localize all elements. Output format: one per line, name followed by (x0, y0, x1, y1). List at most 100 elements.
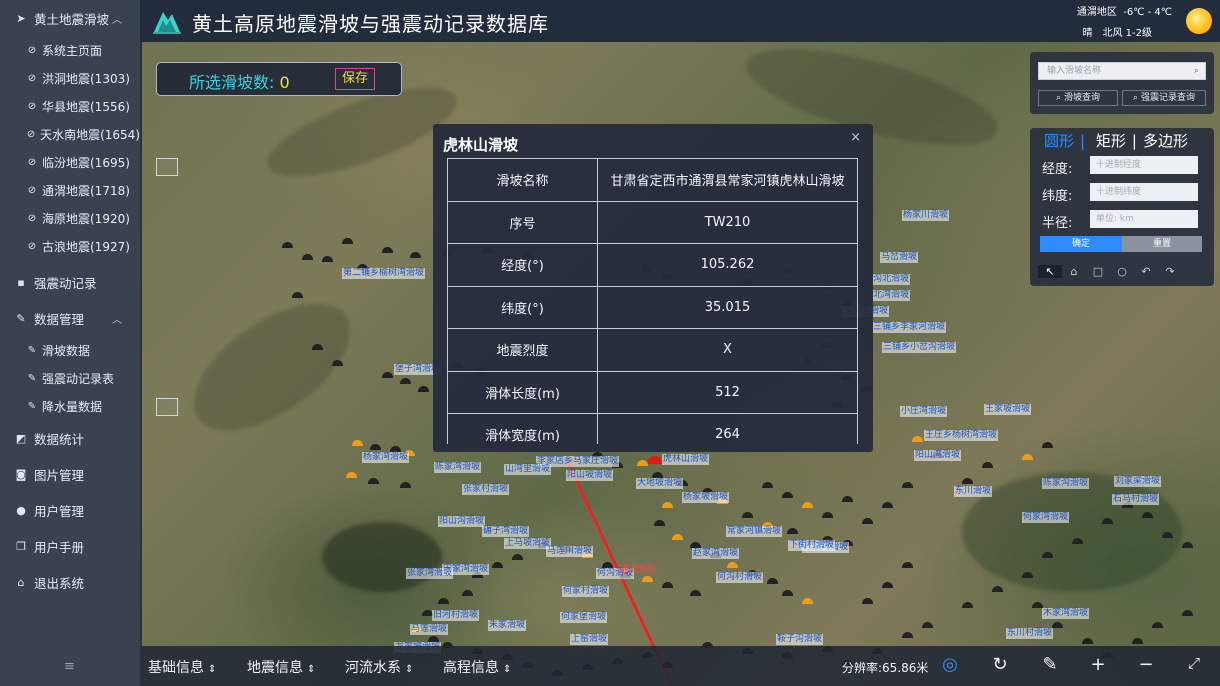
landslide-label[interactable]: 上窑滑坡 (570, 634, 609, 645)
lat-input[interactable]: 十进制纬度 (1090, 183, 1198, 201)
record-query-button[interactable]: ⌕ 强震记录查询 (1122, 90, 1206, 106)
circle-tool-icon[interactable]: ○ (1110, 265, 1134, 278)
map-zoom-box[interactable] (156, 158, 178, 176)
landslide-label[interactable]: 何家堡滑坡 (560, 612, 608, 623)
landslide-marker-icon[interactable] (962, 478, 973, 484)
landslide-marker-icon[interactable] (1022, 572, 1033, 578)
landslide-marker-icon[interactable] (1162, 532, 1173, 538)
landslide-marker-icon[interactable] (690, 590, 701, 596)
landslide-label[interactable]: 何家湾滑坡 (1022, 512, 1070, 523)
landslide-label[interactable]: 下街村滑坡 (788, 540, 836, 551)
landslide-label[interactable]: 鞍子沟滑坡 (776, 634, 824, 645)
landslide-label[interactable]: 上马坡滑坡 (504, 538, 552, 549)
nav-item-haiyuan[interactable]: ⊘ 海原地震(1920) (0, 204, 140, 232)
landslide-marker-icon[interactable] (882, 582, 893, 588)
ruler-icon[interactable]: ✎ (1038, 654, 1062, 675)
nav-item-tianshuinan[interactable]: ⊘ 天水南地震(1654) (0, 120, 140, 148)
nav-item-linfen[interactable]: ⊘ 临汾地震(1695) (0, 148, 140, 176)
landslide-marker-icon[interactable] (742, 512, 753, 518)
landslide-marker-icon[interactable] (782, 492, 793, 498)
map-view[interactable]: 杨家川滑坡马岔滑坡沟北滑坡北湾滑坡三铺乡李家河滑坡庞家湾滑坡三铺乡小岔沟滑坡第二… (142, 42, 1220, 686)
nav-group-data-management[interactable]: ✎ 数据管理 ︿ (0, 300, 140, 336)
undo-icon[interactable]: ↶ (1134, 265, 1158, 278)
landslide-label[interactable]: 杨家坡滑坡 (682, 492, 730, 503)
landslide-label[interactable]: 朱家滑坡 (488, 620, 527, 631)
landslide-label[interactable]: 何家村滑坡 (562, 586, 610, 597)
nav-item-gulang[interactable]: ⊘ 古浪地震(1927) (0, 232, 140, 260)
landslide-marker-icon[interactable] (1132, 638, 1143, 644)
landslide-label[interactable]: 三铺乡李家河滑坡 (872, 322, 947, 333)
refresh-icon[interactable]: ↻ (988, 654, 1012, 675)
reset-button[interactable]: 重置 (1122, 236, 1202, 252)
landslide-label[interactable]: 陈家沟滑坡 (1042, 478, 1090, 489)
landslide-marker-icon[interactable] (282, 242, 293, 248)
landslide-label[interactable]: 刘家梁滑坡 (1114, 476, 1162, 487)
landslide-query-button[interactable]: ⌕ 滑坡查询 (1038, 90, 1118, 106)
landslide-label[interactable]: 赵家湾滑坡 (692, 548, 740, 559)
landslide-marker-icon[interactable] (782, 590, 793, 596)
landslide-label[interactable]: 石马村滑坡 (1112, 494, 1160, 505)
landslide-label[interactable]: 沟北滑坡 (872, 274, 911, 285)
landslide-marker-icon[interactable] (1052, 622, 1063, 628)
landslide-label[interactable]: 碾子湾滑坡 (482, 526, 530, 537)
landslide-marker-icon[interactable] (642, 576, 653, 582)
landslide-marker-icon[interactable] (1102, 518, 1113, 524)
landslide-marker-icon[interactable] (902, 482, 913, 488)
landslide-label[interactable]: 阳山坡滑坡 (566, 470, 614, 481)
zoom-out-icon[interactable]: − (1134, 654, 1158, 675)
landslide-marker-icon[interactable] (492, 562, 503, 568)
landslide-marker-icon[interactable] (1082, 638, 1093, 644)
landslide-label[interactable]: 王庄乡杨树湾滑坡 (924, 430, 999, 441)
landslide-label[interactable]: 常家河镇滑坡 (726, 526, 783, 537)
landslide-label[interactable]: 何沟村滑坡 (716, 572, 764, 583)
landslide-marker-icon[interactable] (1142, 512, 1153, 518)
landslide-label[interactable]: 马莲滑坡 (410, 624, 449, 635)
landslide-marker-icon[interactable] (662, 502, 673, 508)
landslide-label[interactable]: 杨家川滑坡 (902, 210, 950, 221)
landslide-marker-icon[interactable] (962, 602, 973, 608)
fullscreen-icon[interactable]: ⤢ (1182, 654, 1206, 672)
landslide-marker-icon[interactable] (400, 482, 411, 488)
nav-statistics[interactable]: ◩ 数据统计 (0, 420, 140, 456)
landslide-marker-icon[interactable] (1072, 538, 1083, 544)
rectangle-tool-icon[interactable]: □ (1086, 265, 1110, 278)
tab-polygon[interactable]: 多边形 (1143, 132, 1188, 150)
landslide-marker-icon[interactable] (672, 534, 683, 540)
landslide-marker-icon[interactable] (862, 598, 873, 604)
landslide-marker-icon[interactable] (1042, 552, 1053, 558)
menu-basic-info[interactable]: 基础信息 ⇕ (148, 657, 216, 677)
landslide-label[interactable]: 杨家湾滑坡 (362, 452, 410, 463)
landslide-marker-icon[interactable] (400, 378, 411, 384)
nav-image-management[interactable]: ◙ 图片管理 (0, 456, 140, 492)
landslide-marker-icon[interactable] (292, 292, 303, 298)
nav-item-strong-motion-table[interactable]: ✎ 强震动记录表 (0, 364, 140, 392)
zoom-in-icon[interactable]: + (1086, 654, 1110, 675)
landslide-label[interactable]: 张家湾滑坡 (406, 568, 454, 579)
lon-input[interactable]: 十进制经度 (1090, 156, 1198, 174)
landslide-label[interactable]: 旧河村滑坡 (432, 610, 480, 621)
landslide-marker-icon[interactable] (410, 252, 421, 258)
landslide-marker-icon[interactable] (312, 344, 323, 350)
landslide-label[interactable]: 马岔滑坡 (880, 252, 919, 263)
landslide-marker-icon[interactable] (462, 590, 473, 596)
landslide-marker-icon[interactable] (368, 478, 379, 484)
search-icon[interactable]: ⌕ (1194, 63, 1199, 79)
landslide-label[interactable]: 阳山湾滑坡 (914, 450, 962, 461)
target-icon[interactable]: ◎ (938, 654, 962, 675)
nav-item-huaxian[interactable]: ⊘ 华县地震(1556) (0, 92, 140, 120)
nav-item-hongdong[interactable]: ⊘ 洪洞地震(1303) (0, 64, 140, 92)
landslide-label[interactable]: 山湾里滑坡 (504, 464, 552, 475)
nav-group-earthquake-landslide[interactable]: ➤ 黄土地震滑坡 ︿ (0, 0, 140, 36)
landslide-marker-icon[interactable] (302, 254, 313, 260)
landslide-marker-icon[interactable] (822, 512, 833, 518)
menu-elevation-info[interactable]: 高程信息 ⇕ (443, 657, 511, 677)
landslide-marker-icon[interactable] (512, 554, 523, 560)
tab-circle[interactable]: 圆形 (1044, 132, 1074, 150)
landslide-label[interactable]: 王家坡滑坡 (984, 404, 1032, 415)
landslide-marker-icon[interactable] (654, 520, 665, 526)
landslide-marker-icon[interactable] (438, 598, 449, 604)
pointer-icon[interactable]: ↖ (1038, 264, 1062, 278)
landslide-label[interactable]: 北湾滑坡 (872, 290, 911, 301)
landslide-marker-icon[interactable] (727, 562, 738, 568)
nav-item-tongwei[interactable]: ⊘ 通渭地震(1718) (0, 176, 140, 204)
